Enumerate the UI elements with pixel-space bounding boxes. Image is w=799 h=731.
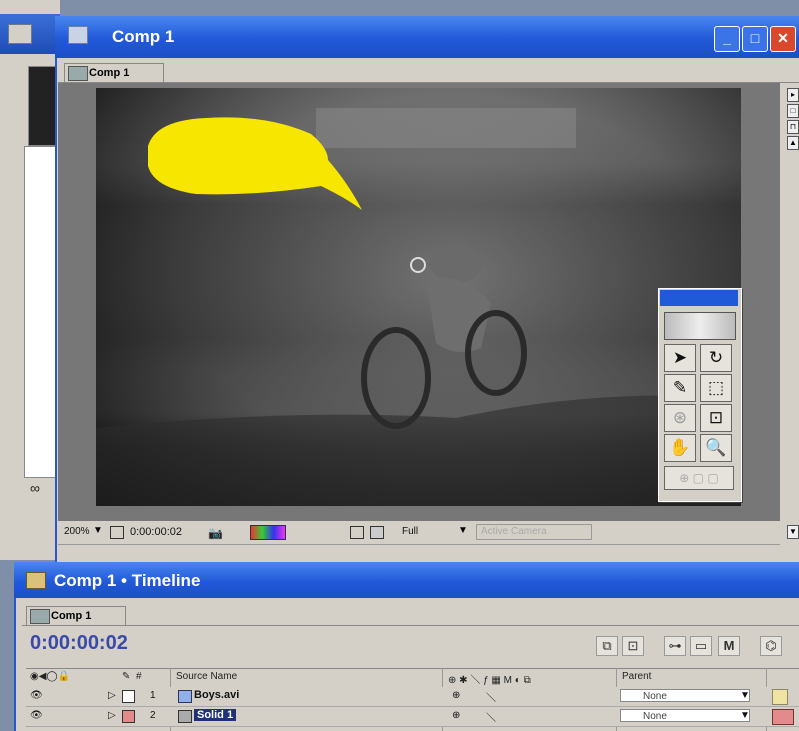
source-name-header[interactable]: Source Name: [176, 671, 237, 682]
shy-layers-icon[interactable]: ⊶: [664, 636, 686, 656]
layer-name[interactable]: Solid 1: [194, 709, 237, 721]
chevron-down-icon[interactable]: ▼: [458, 525, 468, 536]
comp-marker-icon[interactable]: ⧉: [596, 636, 618, 656]
layer-number: 1: [150, 690, 156, 701]
orbit-camera-tool[interactable]: ⊛: [664, 404, 696, 432]
quality-switch-icon[interactable]: ＼: [486, 689, 496, 704]
project-item-list[interactable]: [24, 146, 56, 478]
layer-number-header: #: [136, 671, 142, 682]
motion-blur-icon[interactable]: M: [718, 636, 740, 656]
selection-tool[interactable]: ➤: [664, 344, 696, 372]
current-time-button[interactable]: 0:00:00:02: [130, 526, 182, 538]
panel-square-icon[interactable]: □: [787, 104, 799, 118]
hand-icon: ✋: [669, 438, 691, 457]
layer-bar[interactable]: [772, 689, 788, 705]
minimize-button[interactable]: _: [714, 26, 740, 52]
horizontal-scrollbar[interactable]: [58, 544, 780, 557]
rotate-icon: ↻: [708, 348, 724, 367]
comp-flowchart-icon[interactable]: ⊡: [622, 636, 644, 656]
snapshot-camera-icon[interactable]: 📷: [208, 526, 223, 540]
chevron-down-icon[interactable]: ▼: [93, 525, 103, 536]
arrow-icon: ➤: [672, 348, 688, 367]
zoom-icon: 🔍: [705, 438, 727, 457]
pen-tool[interactable]: ✎: [664, 374, 696, 402]
frame-blending-icon[interactable]: ▭: [690, 636, 712, 656]
interpret-footage-icon[interactable]: ∞: [30, 480, 52, 496]
label-column-icon: ✎: [122, 671, 131, 682]
composition-icon: [68, 66, 88, 81]
composition-icon: [30, 609, 50, 624]
region-of-interest-icon[interactable]: [350, 526, 364, 539]
axis-mode-buttons[interactable]: ⊕ ▢ ▢: [664, 466, 734, 490]
scroll-up-icon[interactable]: ▲: [787, 136, 799, 150]
graph-editor-icon[interactable]: ⌬: [760, 636, 782, 656]
rectangle-mask-tool[interactable]: ⬚: [700, 374, 732, 402]
viewer-side-panel: [782, 83, 799, 553]
parent-dropdown[interactable]: None: [620, 689, 750, 702]
expand-triangle-icon[interactable]: ▷: [108, 690, 116, 701]
eye-icon[interactable]: 👁: [30, 690, 43, 701]
composition-title: Comp 1: [112, 27, 175, 46]
yellow-mask-shape[interactable]: [96, 88, 741, 506]
zoom-tool[interactable]: 🔍: [700, 434, 732, 462]
switches-header-icons: ⊕ ✱ ＼ ƒ ▦ M ◐ ⧉: [448, 675, 531, 686]
av-features-header-icons: ◉◀◯🔒: [30, 671, 71, 682]
footage-icon: [178, 690, 192, 703]
expand-triangle-icon[interactable]: ▷: [108, 710, 116, 721]
layer-switch-icon[interactable]: ⊕: [452, 690, 460, 701]
label-color-swatch[interactable]: [122, 710, 135, 723]
solid-icon: [178, 710, 192, 723]
parent-header: Parent: [622, 671, 652, 682]
chevron-down-icon[interactable]: ▼: [740, 710, 750, 721]
tab-divider: [22, 625, 799, 626]
quality-switch-icon[interactable]: ＼: [486, 709, 496, 724]
tools-header-bar: [664, 312, 736, 340]
label-color-swatch[interactable]: [122, 690, 135, 703]
scroll-down-icon[interactable]: ▼: [787, 525, 799, 539]
layer-switch-icon[interactable]: ⊕: [452, 710, 460, 721]
resolution-dropdown[interactable]: Full: [402, 526, 418, 537]
rotate-tool[interactable]: ↻: [700, 344, 732, 372]
pen-icon: ✎: [672, 378, 688, 397]
current-time-display[interactable]: 0:00:00:02: [30, 632, 128, 655]
pan-behind-tool[interactable]: ⊡: [700, 404, 732, 432]
chevron-down-icon[interactable]: ▼: [740, 690, 750, 701]
show-channel-icon[interactable]: [250, 525, 286, 540]
composition-tab-bar: [58, 60, 799, 83]
timeline-title: Comp 1 • Timeline: [54, 571, 201, 590]
layer-bar[interactable]: [772, 709, 794, 725]
magnification-dropdown[interactable]: 200%: [64, 526, 90, 537]
timeline-window-icon: [26, 572, 46, 589]
eye-icon[interactable]: 👁: [30, 710, 43, 721]
hand-tool[interactable]: ✋: [664, 434, 696, 462]
parent-dropdown[interactable]: None: [620, 709, 750, 722]
maximize-button[interactable]: □: [742, 26, 768, 52]
close-button[interactable]: ✕: [770, 26, 796, 52]
tools-titlebar[interactable]: [660, 290, 738, 306]
safe-zones-icon[interactable]: [110, 526, 124, 539]
panel-menu-arrow-icon[interactable]: ▸: [787, 88, 799, 102]
composition-window-icon: [68, 26, 88, 44]
active-camera-dropdown[interactable]: Active Camera: [476, 524, 592, 540]
layer-name[interactable]: Boys.avi: [194, 689, 239, 701]
project-window-icon: [8, 24, 32, 44]
layer-number: 2: [150, 710, 156, 721]
transparency-grid-icon[interactable]: [370, 526, 384, 539]
panel-graph-icon[interactable]: ⊓: [787, 120, 799, 134]
